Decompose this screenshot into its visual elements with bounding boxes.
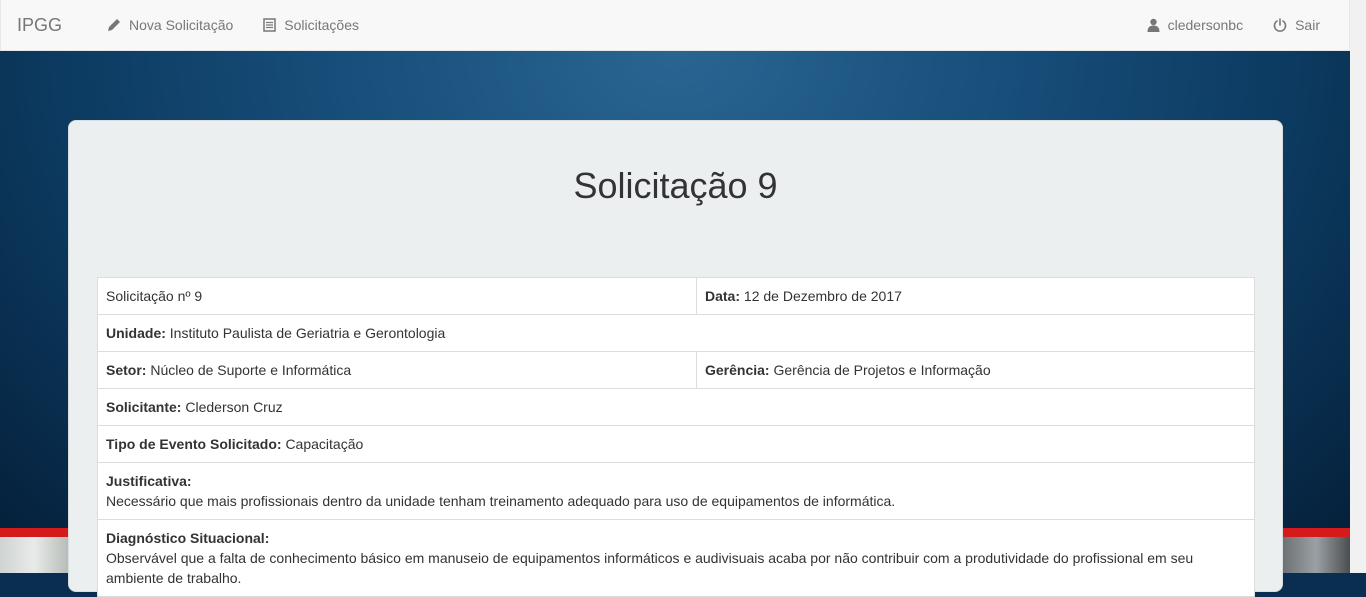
list-icon bbox=[263, 18, 277, 32]
date-label: Data: bbox=[705, 288, 741, 304]
nav-new-request[interactable]: Nova Solicitação bbox=[92, 0, 248, 50]
nav-user[interactable]: cledersonbc bbox=[1132, 0, 1259, 50]
management-value: Gerência de Projetos e Informação bbox=[773, 362, 991, 378]
event-type-value: Capacitação bbox=[285, 436, 364, 452]
event-type-label: Tipo de Evento Solicitado: bbox=[106, 436, 282, 452]
justification-cell: Justificativa: Necessário que mais profi… bbox=[97, 462, 1255, 520]
table-row: Solicitante: Clederson Cruz bbox=[97, 388, 1255, 426]
event-type-cell: Tipo de Evento Solicitado: Capacitação bbox=[97, 425, 1255, 463]
footer-stripe-right bbox=[1282, 528, 1350, 537]
brand-link[interactable]: IPGG bbox=[1, 15, 77, 36]
table-row: Setor: Núcleo de Suporte e Informática G… bbox=[97, 351, 1255, 389]
requester-value: Clederson Cruz bbox=[185, 399, 283, 415]
unit-label: Unidade: bbox=[106, 325, 166, 341]
table-row: Diagnóstico Situacional: Observável que … bbox=[97, 519, 1255, 597]
nav-requests[interactable]: Solicitações bbox=[248, 0, 374, 50]
table-row: Justificativa: Necessário que mais profi… bbox=[97, 462, 1255, 520]
sector-value: Núcleo de Suporte e Informática bbox=[150, 362, 352, 378]
requester-cell: Solicitante: Clederson Cruz bbox=[97, 388, 1255, 426]
request-card: Solicitação 9 Solicitação nº 9 Data: 12 … bbox=[68, 120, 1283, 597]
footer-photo-right bbox=[1282, 537, 1350, 573]
nav-user-label: cledersonbc bbox=[1167, 17, 1244, 33]
nav-requests-label: Solicitações bbox=[284, 17, 359, 33]
top-navbar: IPGG Nova Solicitação Solicitações clede… bbox=[0, 0, 1350, 51]
sector-label: Setor: bbox=[106, 362, 147, 378]
footer-photo-left bbox=[0, 537, 68, 573]
nav-new-request-label: Nova Solicitação bbox=[129, 17, 234, 33]
pencil-icon bbox=[108, 19, 121, 31]
nav-logout-label: Sair bbox=[1295, 17, 1320, 33]
diagnosis-value: Observável que a falta de conhecimento b… bbox=[106, 550, 1194, 586]
nav-right-group: cledersonbc Sair bbox=[1132, 0, 1335, 50]
justification-value: Necessário que mais profissionais dentro… bbox=[106, 493, 896, 509]
unit-value: Instituto Paulista de Geriatria e Geront… bbox=[169, 325, 446, 341]
management-label: Gerência: bbox=[705, 362, 770, 378]
footer-stripe-left bbox=[0, 528, 68, 537]
date-value: 12 de Dezembro de 2017 bbox=[743, 288, 902, 304]
request-number-cell: Solicitação nº 9 bbox=[97, 277, 697, 315]
page-title: Solicitação 9 bbox=[573, 165, 778, 206]
diagnosis-cell: Diagnóstico Situacional: Observável que … bbox=[97, 519, 1255, 597]
requester-label: Solicitante: bbox=[106, 399, 182, 415]
power-icon bbox=[1273, 18, 1287, 32]
table-row: Tipo de Evento Solicitado: Capacitação bbox=[97, 425, 1255, 463]
window-edge bbox=[1350, 0, 1366, 573]
management-cell: Gerência: Gerência de Projetos e Informa… bbox=[696, 351, 1255, 389]
table-row: Solicitação nº 9 Data: 12 de Dezembro de… bbox=[97, 277, 1255, 315]
date-cell: Data: 12 de Dezembro de 2017 bbox=[696, 277, 1255, 315]
unit-cell: Unidade: Instituto Paulista de Geriatria… bbox=[97, 314, 1255, 352]
nav-logout[interactable]: Sair bbox=[1258, 0, 1335, 50]
request-number: Solicitação nº 9 bbox=[106, 288, 203, 304]
sector-cell: Setor: Núcleo de Suporte e Informática bbox=[97, 351, 697, 389]
user-icon bbox=[1147, 18, 1160, 32]
table-row: Unidade: Instituto Paulista de Geriatria… bbox=[97, 314, 1255, 352]
justification-label: Justificativa: bbox=[106, 473, 192, 489]
request-details-table: Solicitação nº 9 Data: 12 de Dezembro de… bbox=[97, 277, 1255, 597]
diagnosis-label: Diagnóstico Situacional: bbox=[106, 530, 270, 546]
